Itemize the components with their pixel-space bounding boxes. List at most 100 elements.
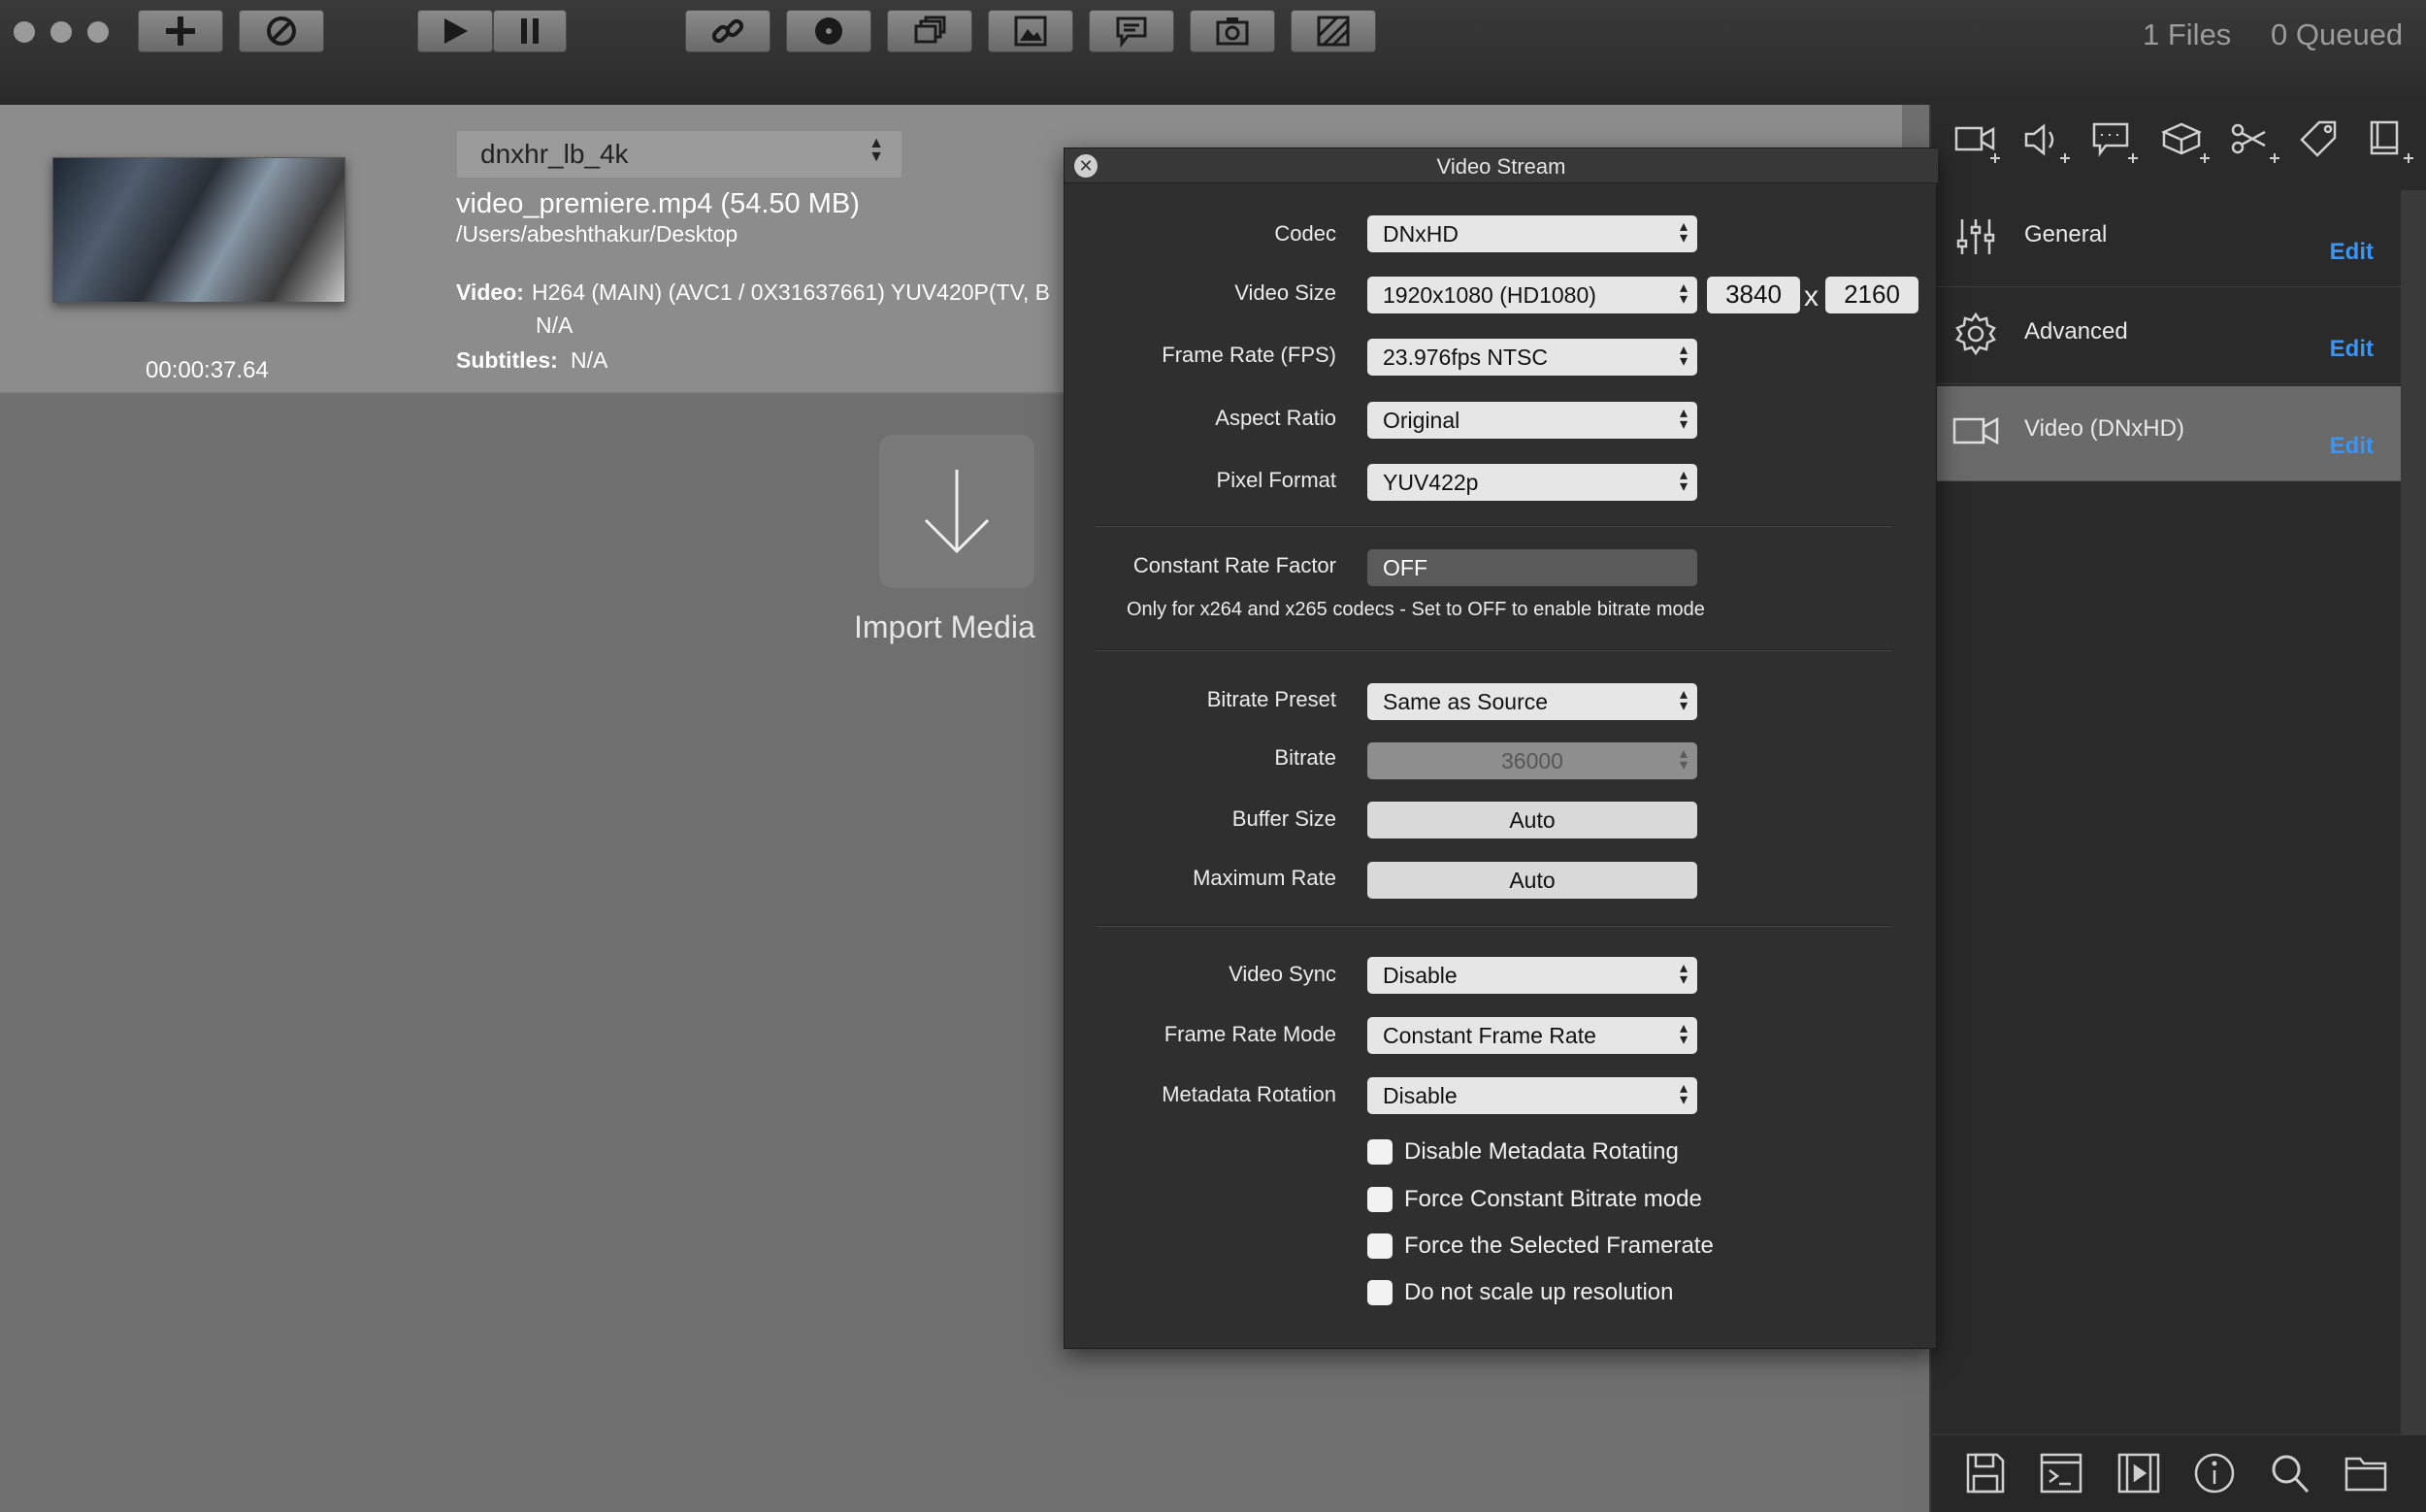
add-subtitle-icon[interactable] <box>2090 118 2141 167</box>
crf-label: Constant Rate Factor <box>1132 553 1336 577</box>
force-framerate-checkbox[interactable]: Force the Selected Framerate <box>1367 1233 1714 1260</box>
max-rate-button[interactable]: Auto <box>1367 862 1697 899</box>
preset-select[interactable]: dnxhr_lb_4k ▲ ▼ <box>456 130 902 179</box>
frame-rate-select[interactable]: 23.976fps NTSC ▴ ▾ <box>1367 339 1697 376</box>
bitrate-stepper: 36000 ▴ ▾ <box>1367 742 1697 779</box>
divider <box>1096 649 1891 651</box>
play-button[interactable] <box>417 10 493 52</box>
zoom-window-button[interactable] <box>87 21 109 43</box>
batch-button[interactable] <box>887 10 972 52</box>
crf-note: Only for x264 and x265 codecs - Set to O… <box>1127 599 1705 620</box>
aspect-ratio-label: Aspect Ratio <box>1215 406 1336 430</box>
link-icon <box>711 18 744 44</box>
bottom-toolbar <box>1931 1434 2426 1512</box>
aspect-ratio-select[interactable]: Original ▴ ▾ <box>1367 402 1697 439</box>
buffer-size-button[interactable]: Auto <box>1367 802 1697 838</box>
panel-item-advanced[interactable]: Advanced Edit <box>1931 289 2407 384</box>
edit-advanced-link[interactable]: Edit <box>2330 336 2374 363</box>
minimize-window-button[interactable] <box>50 21 72 43</box>
search-icon[interactable] <box>2267 1451 2313 1496</box>
edit-general-link[interactable]: Edit <box>2330 239 2374 266</box>
image-button[interactable] <box>988 10 1073 52</box>
import-media-label[interactable]: Import Media <box>854 609 1035 645</box>
queued-count: 0 Queued <box>2271 17 2404 51</box>
cancel-button[interactable] <box>239 10 324 52</box>
panel-scrollbar[interactable] <box>2401 190 2426 1500</box>
add-button[interactable] <box>138 10 223 52</box>
stacked-frames-icon <box>914 16 946 44</box>
subtitle-button[interactable] <box>1089 10 1174 52</box>
add-video-icon[interactable] <box>1952 118 2003 167</box>
frame-rate-mode-label: Frame Rate Mode <box>1164 1022 1336 1046</box>
video-sync-label: Video Sync <box>1229 962 1336 986</box>
add-chapter-icon[interactable] <box>2364 118 2418 167</box>
checkbox-box[interactable] <box>1367 1233 1393 1259</box>
terminal-icon[interactable] <box>2038 1451 2084 1496</box>
video-label: Video: <box>456 279 524 305</box>
pixel-format-label: Pixel Format <box>1216 468 1336 492</box>
video-info: H264 (MAIN) (AVC1 / 0X31637661) YUV420P(… <box>532 279 1050 305</box>
bitrate-value: 36000 <box>1501 748 1563 773</box>
snapshot-button[interactable] <box>1190 10 1275 52</box>
add-audio-icon[interactable] <box>2022 118 2073 167</box>
chevron-updown-icon: ▴ ▾ <box>1679 218 1688 247</box>
width-input[interactable]: 3840 <box>1707 277 1800 313</box>
no-upscale-checkbox[interactable]: Do not scale up resolution <box>1367 1279 1674 1306</box>
chevron-updown-icon: ▲ ▼ <box>869 135 884 165</box>
plus-icon <box>166 16 195 46</box>
close-window-button[interactable] <box>14 21 35 43</box>
gear-icon <box>1955 312 1996 356</box>
disable-metadata-rotating-checkbox[interactable]: Disable Metadata Rotating <box>1367 1138 1679 1166</box>
chevron-updown-icon: ▴ ▾ <box>1679 405 1688 433</box>
video-camera-icon <box>1952 416 1999 445</box>
codec-select[interactable]: DNxHD ▴ ▾ <box>1367 215 1697 252</box>
video-thumbnail[interactable] <box>52 157 345 303</box>
link-button[interactable] <box>685 10 770 52</box>
arrow-down-icon <box>924 470 990 554</box>
hatched-square-icon <box>1317 16 1350 47</box>
video-info-extra: N/A <box>536 312 574 338</box>
divider <box>1096 525 1891 527</box>
film-play-icon[interactable] <box>2115 1451 2162 1496</box>
force-cbr-checkbox[interactable]: Force Constant Bitrate mode <box>1367 1186 1702 1213</box>
buffer-size-label: Buffer Size <box>1231 806 1336 831</box>
chevron-updown-icon: ▴ ▾ <box>1679 745 1688 773</box>
chevron-updown-icon: ▴ ▾ <box>1679 1080 1688 1108</box>
video-sync-value: Disable <box>1383 963 1458 988</box>
video-size-select[interactable]: 1920x1080 (HD1080) ▴ ▾ <box>1367 277 1697 313</box>
dialog-titlebar: ✕ Video Stream <box>1065 148 1938 183</box>
checkbox-box[interactable] <box>1367 1187 1393 1212</box>
panel-item-general[interactable]: General Edit <box>1931 192 2407 287</box>
video-sync-select[interactable]: Disable ▴ ▾ <box>1367 957 1697 994</box>
toolbar: 1 Files 0 Queued <box>0 0 2426 105</box>
frame-rate-mode-select[interactable]: Constant Frame Rate ▴ ▾ <box>1367 1017 1697 1054</box>
panel-item-video[interactable]: Video (DNxHD) Edit <box>1931 386 2407 481</box>
disc-button[interactable] <box>786 10 871 52</box>
info-icon[interactable] <box>2191 1451 2238 1496</box>
checkbox-box[interactable] <box>1367 1280 1393 1305</box>
edit-video-link[interactable]: Edit <box>2330 433 2374 460</box>
add-trim-icon[interactable] <box>2228 118 2282 167</box>
chevron-updown-icon: ▴ ▾ <box>1679 686 1688 714</box>
import-media-button[interactable] <box>879 435 1034 588</box>
chevron-updown-icon: ▴ ▾ <box>1679 467 1688 495</box>
add-filter-icon[interactable] <box>2158 118 2213 167</box>
pixel-format-select[interactable]: YUV422p ▴ ▾ <box>1367 464 1697 501</box>
watermark-button[interactable] <box>1291 10 1376 52</box>
dialog-title: Video Stream <box>1436 154 1566 179</box>
checkbox-label: Do not scale up resolution <box>1404 1279 1674 1305</box>
add-tag-icon[interactable] <box>2298 118 2348 167</box>
save-icon[interactable] <box>1964 1451 2007 1496</box>
metadata-rotation-select[interactable]: Disable ▴ ▾ <box>1367 1077 1697 1114</box>
crf-slider[interactable]: OFF <box>1367 549 1697 586</box>
panel-item-label: Video (DNxHD) <box>2024 415 2184 442</box>
height-input[interactable]: 2160 <box>1825 277 1918 313</box>
pixel-format-value: YUV422p <box>1383 470 1479 495</box>
files-count: 1 Files <box>2143 17 2232 51</box>
pause-button[interactable] <box>493 10 567 52</box>
folder-icon[interactable] <box>2343 1451 2389 1496</box>
divider <box>1096 925 1891 927</box>
checkbox-box[interactable] <box>1367 1139 1393 1165</box>
camera-search-icon <box>1216 17 1249 46</box>
bitrate-preset-select[interactable]: Same as Source ▴ ▾ <box>1367 683 1697 720</box>
